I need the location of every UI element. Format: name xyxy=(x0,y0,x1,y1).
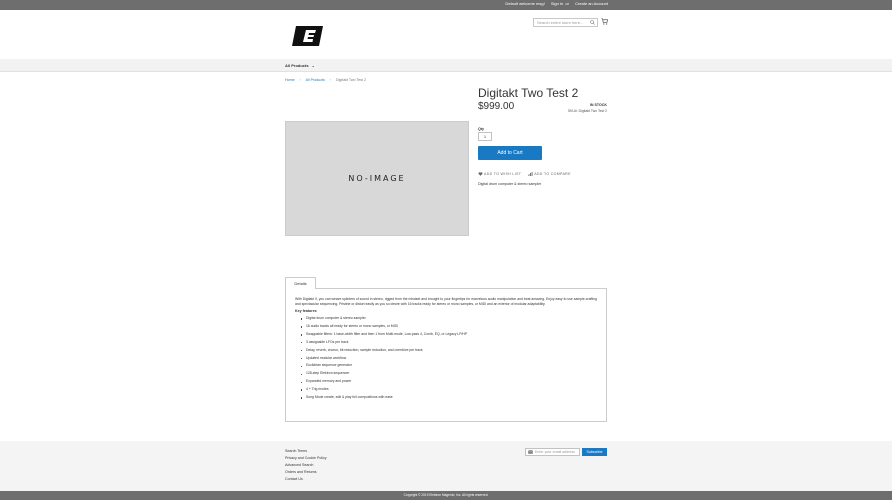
feature-item: Digital drum computer & stereo sampler xyxy=(301,315,597,323)
copyright-bar: Copyright © 2019 Elektron Magento, Inc. … xyxy=(0,491,892,500)
no-image-placeholder: NO-IMAGE xyxy=(348,174,406,183)
store-logo[interactable] xyxy=(292,26,323,46)
add-to-compare-link[interactable]: Add to Compare xyxy=(528,172,571,176)
search-placeholder: Search entire store here... xyxy=(537,20,584,25)
feature-item: Swappable filters: 1 base-width filter a… xyxy=(301,331,597,339)
feature-item: 3 assignable LFOs per track xyxy=(301,339,597,347)
footer-link-contact[interactable]: Contact Us xyxy=(285,476,327,483)
breadcrumb-current: Digitakt Two Test 2 xyxy=(336,78,367,82)
sign-in-link[interactable]: Sign In xyxy=(551,1,563,6)
features-list: Digital drum computer & stereo sampler 1… xyxy=(295,315,597,402)
feature-item: Delay, reverb, chorus, bit reduction, sa… xyxy=(301,347,597,355)
feature-item: Euclidean sequence generator xyxy=(301,362,597,370)
short-description: Digital drum computer & stereo sampler xyxy=(478,182,542,186)
feature-item: Updated modular workflow xyxy=(301,355,597,363)
product-image[interactable]: NO-IMAGE xyxy=(285,121,469,236)
stock-status: IN STOCK xyxy=(589,103,607,107)
subscribe-button[interactable]: Subscribe xyxy=(582,448,607,456)
wish-list-label: Add to Wish List xyxy=(484,172,522,176)
cart-icon[interactable] xyxy=(601,18,608,25)
product-actions: Add to Wish List Add to Compare xyxy=(478,172,577,177)
compare-icon xyxy=(528,172,533,176)
compare-label: Add to Compare xyxy=(534,172,571,176)
footer-link-advanced-search[interactable]: Advanced Search xyxy=(285,462,327,469)
nav-item-all-products[interactable]: All Products ⌄ xyxy=(285,63,315,68)
breadcrumb-separator: › xyxy=(329,78,331,82)
newsletter-placeholder: Enter your email address xyxy=(535,450,575,454)
site-header: Search entire store here... xyxy=(0,10,892,59)
details-intro: With Digitakt II, you can weave splinter… xyxy=(295,297,597,306)
heart-icon xyxy=(478,172,483,176)
add-to-cart-button[interactable]: Add to Cart xyxy=(478,146,542,160)
header-links: Default welcome msg! Sign In or Create a… xyxy=(500,1,608,6)
product-sku: SKU#: Digitakt Two Test 2 xyxy=(568,109,607,113)
search-input[interactable]: Search entire store here... xyxy=(533,18,598,27)
footer-link-orders-returns[interactable]: Orders and Returns xyxy=(285,469,327,476)
feature-item: 4 + Trig modes xyxy=(301,386,597,394)
details-panel: With Digitakt II, you can weave splinter… xyxy=(285,288,607,422)
welcome-message: Default welcome msg! xyxy=(505,1,545,6)
top-bar: Default welcome msg! Sign In or Create a… xyxy=(0,0,892,10)
feature-item: Expanded memory and power xyxy=(301,378,597,386)
footer-link-privacy[interactable]: Privacy and Cookie Policy xyxy=(285,455,327,462)
chevron-down-icon: ⌄ xyxy=(311,64,315,68)
site-footer: Search Terms Privacy and Cookie Policy A… xyxy=(0,441,892,491)
or-text: or xyxy=(565,1,569,6)
sku-label: SKU#: xyxy=(567,109,578,113)
sku-value: Digitakt Two Test 2 xyxy=(578,109,607,113)
feature-item: 16 audio tracks all ready for stereo or … xyxy=(301,323,597,331)
qty-input[interactable]: 1 xyxy=(478,132,492,141)
footer-links: Search Terms Privacy and Cookie Policy A… xyxy=(285,448,327,483)
breadcrumb-home[interactable]: Home xyxy=(285,78,295,82)
feature-item: Song Mode create, edit & play full compo… xyxy=(301,394,597,402)
nav-item-label: All Products xyxy=(285,63,309,68)
key-features-heading: Key features xyxy=(295,309,317,313)
breadcrumb: Home › All Products › Digitakt Two Test … xyxy=(285,78,366,82)
add-to-wish-list-link[interactable]: Add to Wish List xyxy=(478,172,521,176)
product-title: Digitakt Two Test 2 xyxy=(478,86,579,100)
newsletter-email-input[interactable]: Enter your email address xyxy=(525,448,580,456)
search-icon[interactable] xyxy=(590,20,595,25)
qty-label: Qty xyxy=(478,127,484,131)
feature-item: 128-step Elektron sequencer xyxy=(301,370,597,378)
product-price: $999.00 xyxy=(478,101,515,112)
tab-details[interactable]: Details xyxy=(285,277,316,289)
breadcrumb-category[interactable]: All Products xyxy=(306,78,325,82)
main-navigation: All Products ⌄ xyxy=(0,59,892,72)
footer-link-search-terms[interactable]: Search Terms xyxy=(285,448,327,455)
create-account-link[interactable]: Create an Account xyxy=(575,1,608,6)
breadcrumb-separator: › xyxy=(299,78,301,82)
envelope-icon xyxy=(528,450,533,454)
